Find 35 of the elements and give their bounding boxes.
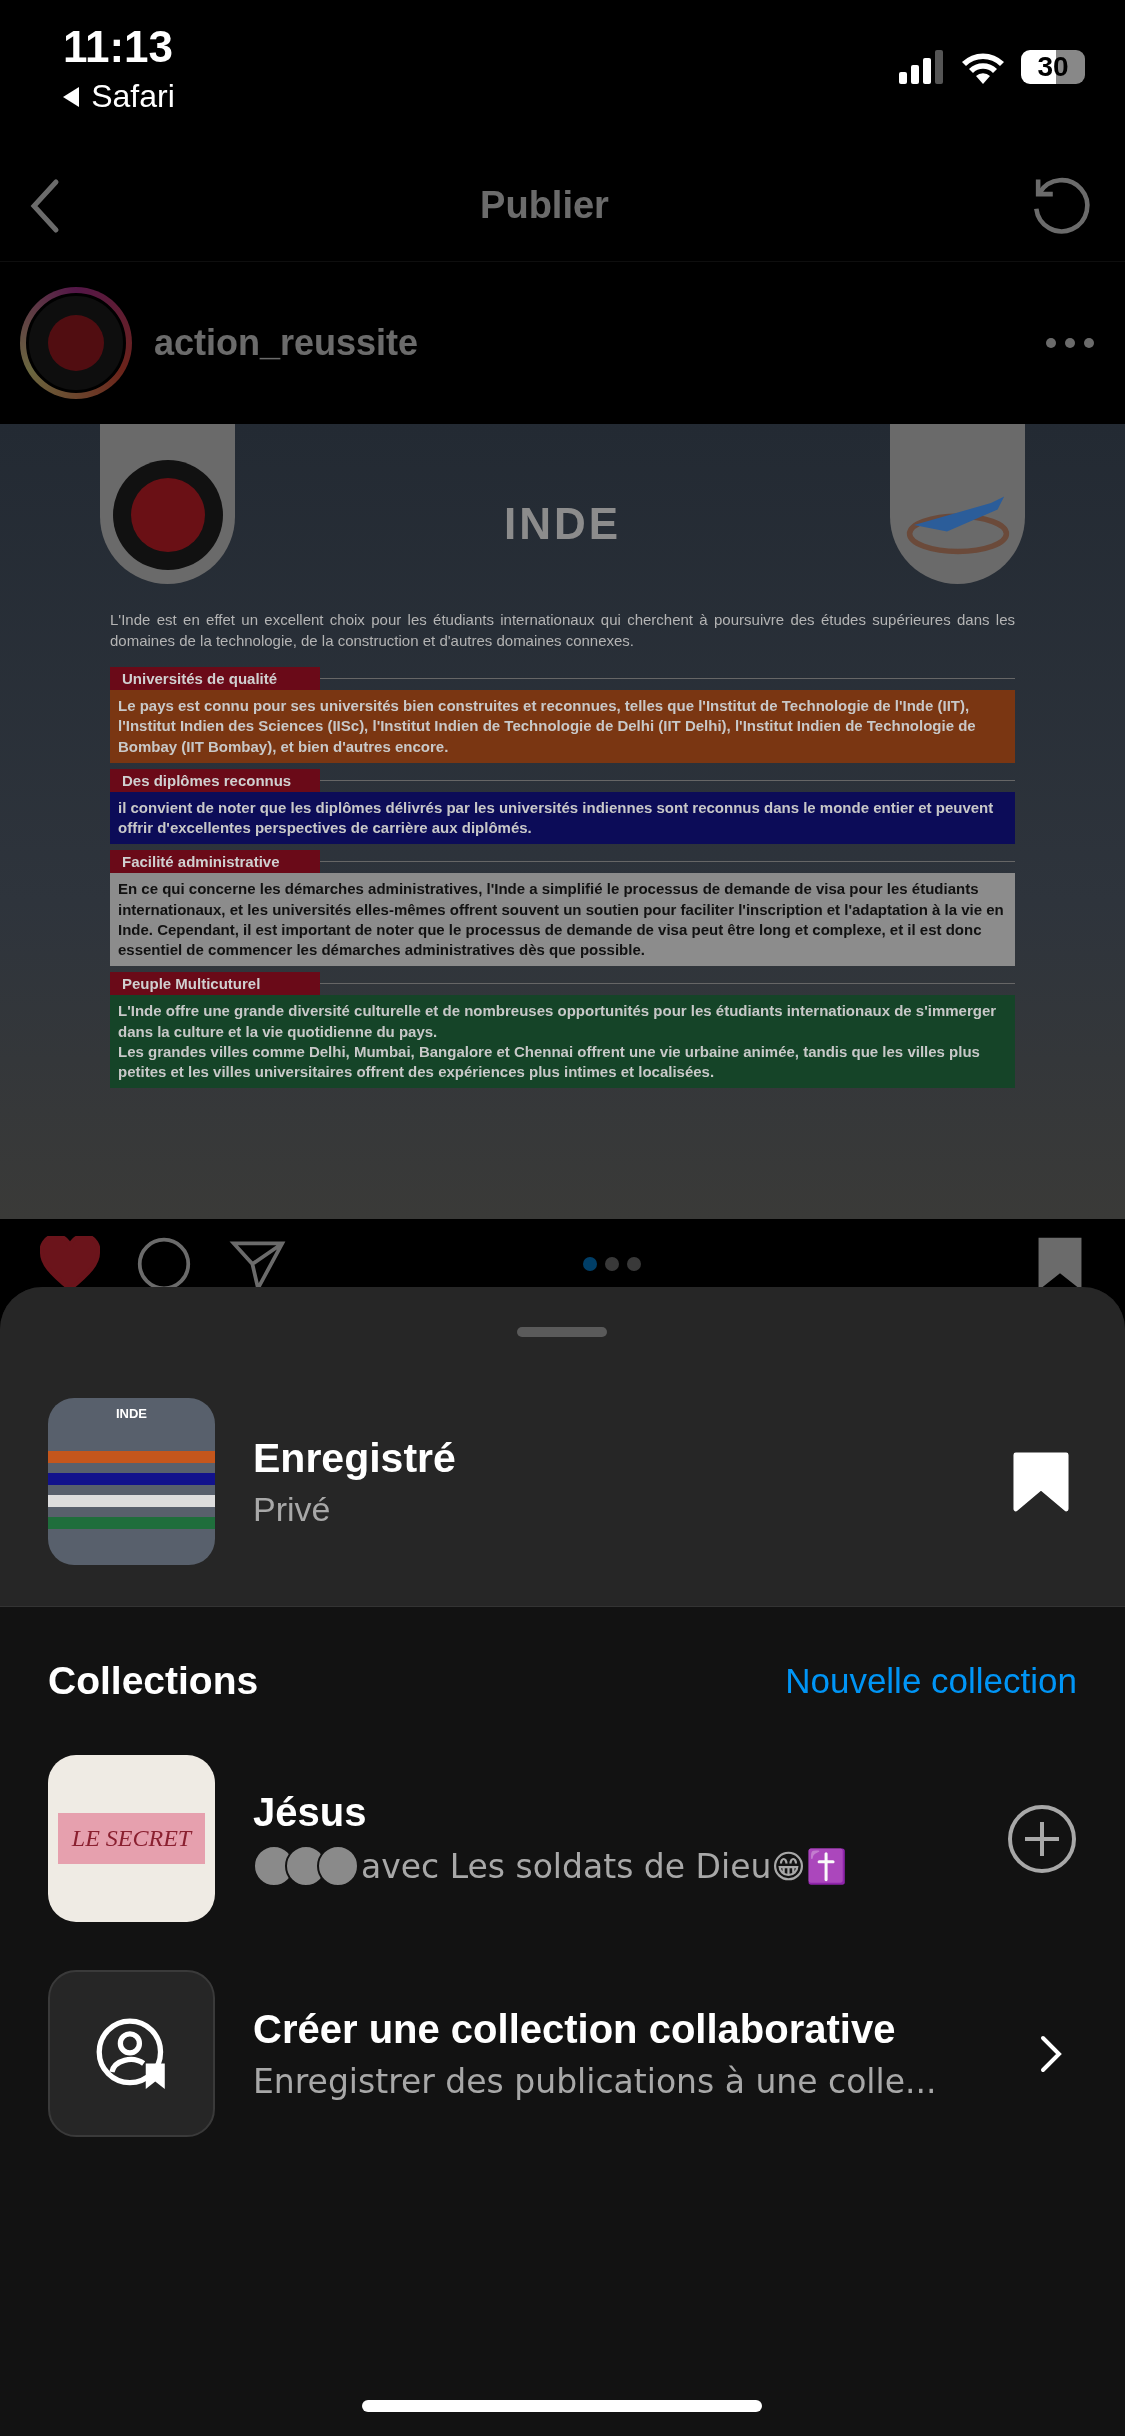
- collection-members: avec Les soldats de Dieu😁✝: [361, 1846, 847, 1886]
- back-chevron-icon[interactable]: [30, 177, 60, 234]
- intro-paragraph: L'Inde est en effet un excellent choix pour les étudiants internationaux qui cherchent à poursuivre des études supérieures dans les domaines de la technologie, de la construction et d'autres domaines connexes.: [110, 610, 1015, 651]
- saved-title: Enregistré: [253, 1434, 457, 1482]
- sheet-handle[interactable]: [517, 1327, 607, 1337]
- section-heading: Des diplômes reconnus: [110, 768, 320, 792]
- back-triangle-icon[interactable]: [61, 85, 82, 108]
- page-title: Publier: [480, 184, 609, 227]
- section-heading: Universités de qualité: [110, 667, 320, 690]
- collection-description: Enregistrer des publications à une colle...: [253, 2061, 938, 2101]
- section-text: Le pays est connu pour ses universités bien construites et reconnues, telles que l'Institut de Technologie de l'Inde (IIT), l'Institut Indien des Sciences (IISc), l'Institut Indien de Technologie de Delhi (IIT Delhi), l'Institut Indien de Technologie de Bombay (IIT Bombay), et bien d'autres encore.: [110, 690, 1015, 763]
- collaborative-tile[interactable]: [48, 1970, 215, 2137]
- collection-name: Créer une collection collaborative: [253, 2006, 897, 2052]
- back-to-app-link[interactable]: Safari: [91, 78, 175, 115]
- cover-title: LE SECRET: [57, 1813, 206, 1864]
- graphic-title: INDE: [503, 499, 622, 549]
- thumbnail-title: INDE: [115, 1406, 148, 1421]
- collection-name: Jésus: [253, 1790, 368, 1835]
- section-text: il convient de noter que les diplômes délivrés par les universités indiennes sont reconnus dans le monde entier et peuvent offrir d'excellentes perspectives de carrière aux diplômés.: [110, 791, 1015, 845]
- section-text: En ce qui concerne les démarches administratives, l'Inde a simplifié le processus de demande de visa pour les étudiants internationaux, et les universités elles-mêmes offrent souvent un soutien pour faciliter l'inscription et l'adaptation à la vie en Inde. Cependant, il est important de noter que le processus de demande de visa peut être long et complexe, et il est donc essentiel de commencer les démarches administratives dès que possible.: [110, 873, 1015, 967]
- signal-icon: [899, 50, 945, 84]
- collection-cover[interactable]: LE SECRET: [48, 1755, 215, 1922]
- bookmark-icon[interactable]: [1013, 1450, 1069, 1513]
- add-circle-icon[interactable]: [1007, 1803, 1077, 1874]
- more-options-icon[interactable]: [1045, 337, 1095, 349]
- saved-privacy: Privé: [253, 1489, 332, 1529]
- username[interactable]: action_reussite: [154, 322, 1023, 364]
- new-collection-link[interactable]: Nouvelle collection: [785, 1661, 1077, 1701]
- section-heading: Peuple Multicuturel: [110, 972, 320, 996]
- section-text: L'Inde offre une grande diversité culturelle et de nombreuses opportunités pour les étudiants internationaux de s'immerger dans la culture et la vie quotidienne du pays. Les grandes villes comme Delhi, Mumbai, Bangalore et Chennai offrent une vie urbaine animée, tandis que les villes plus petites et les villes universitaires offrent des expériences plus intimes et localisées.: [110, 995, 1015, 1089]
- status-time: 11:13: [62, 22, 174, 72]
- collections-heading: Collections: [48, 1659, 259, 1703]
- chevron-right-icon[interactable]: [1039, 2033, 1063, 2074]
- battery-indicator: 30: [1021, 50, 1085, 84]
- section-heading: Facilité administrative: [110, 850, 320, 874]
